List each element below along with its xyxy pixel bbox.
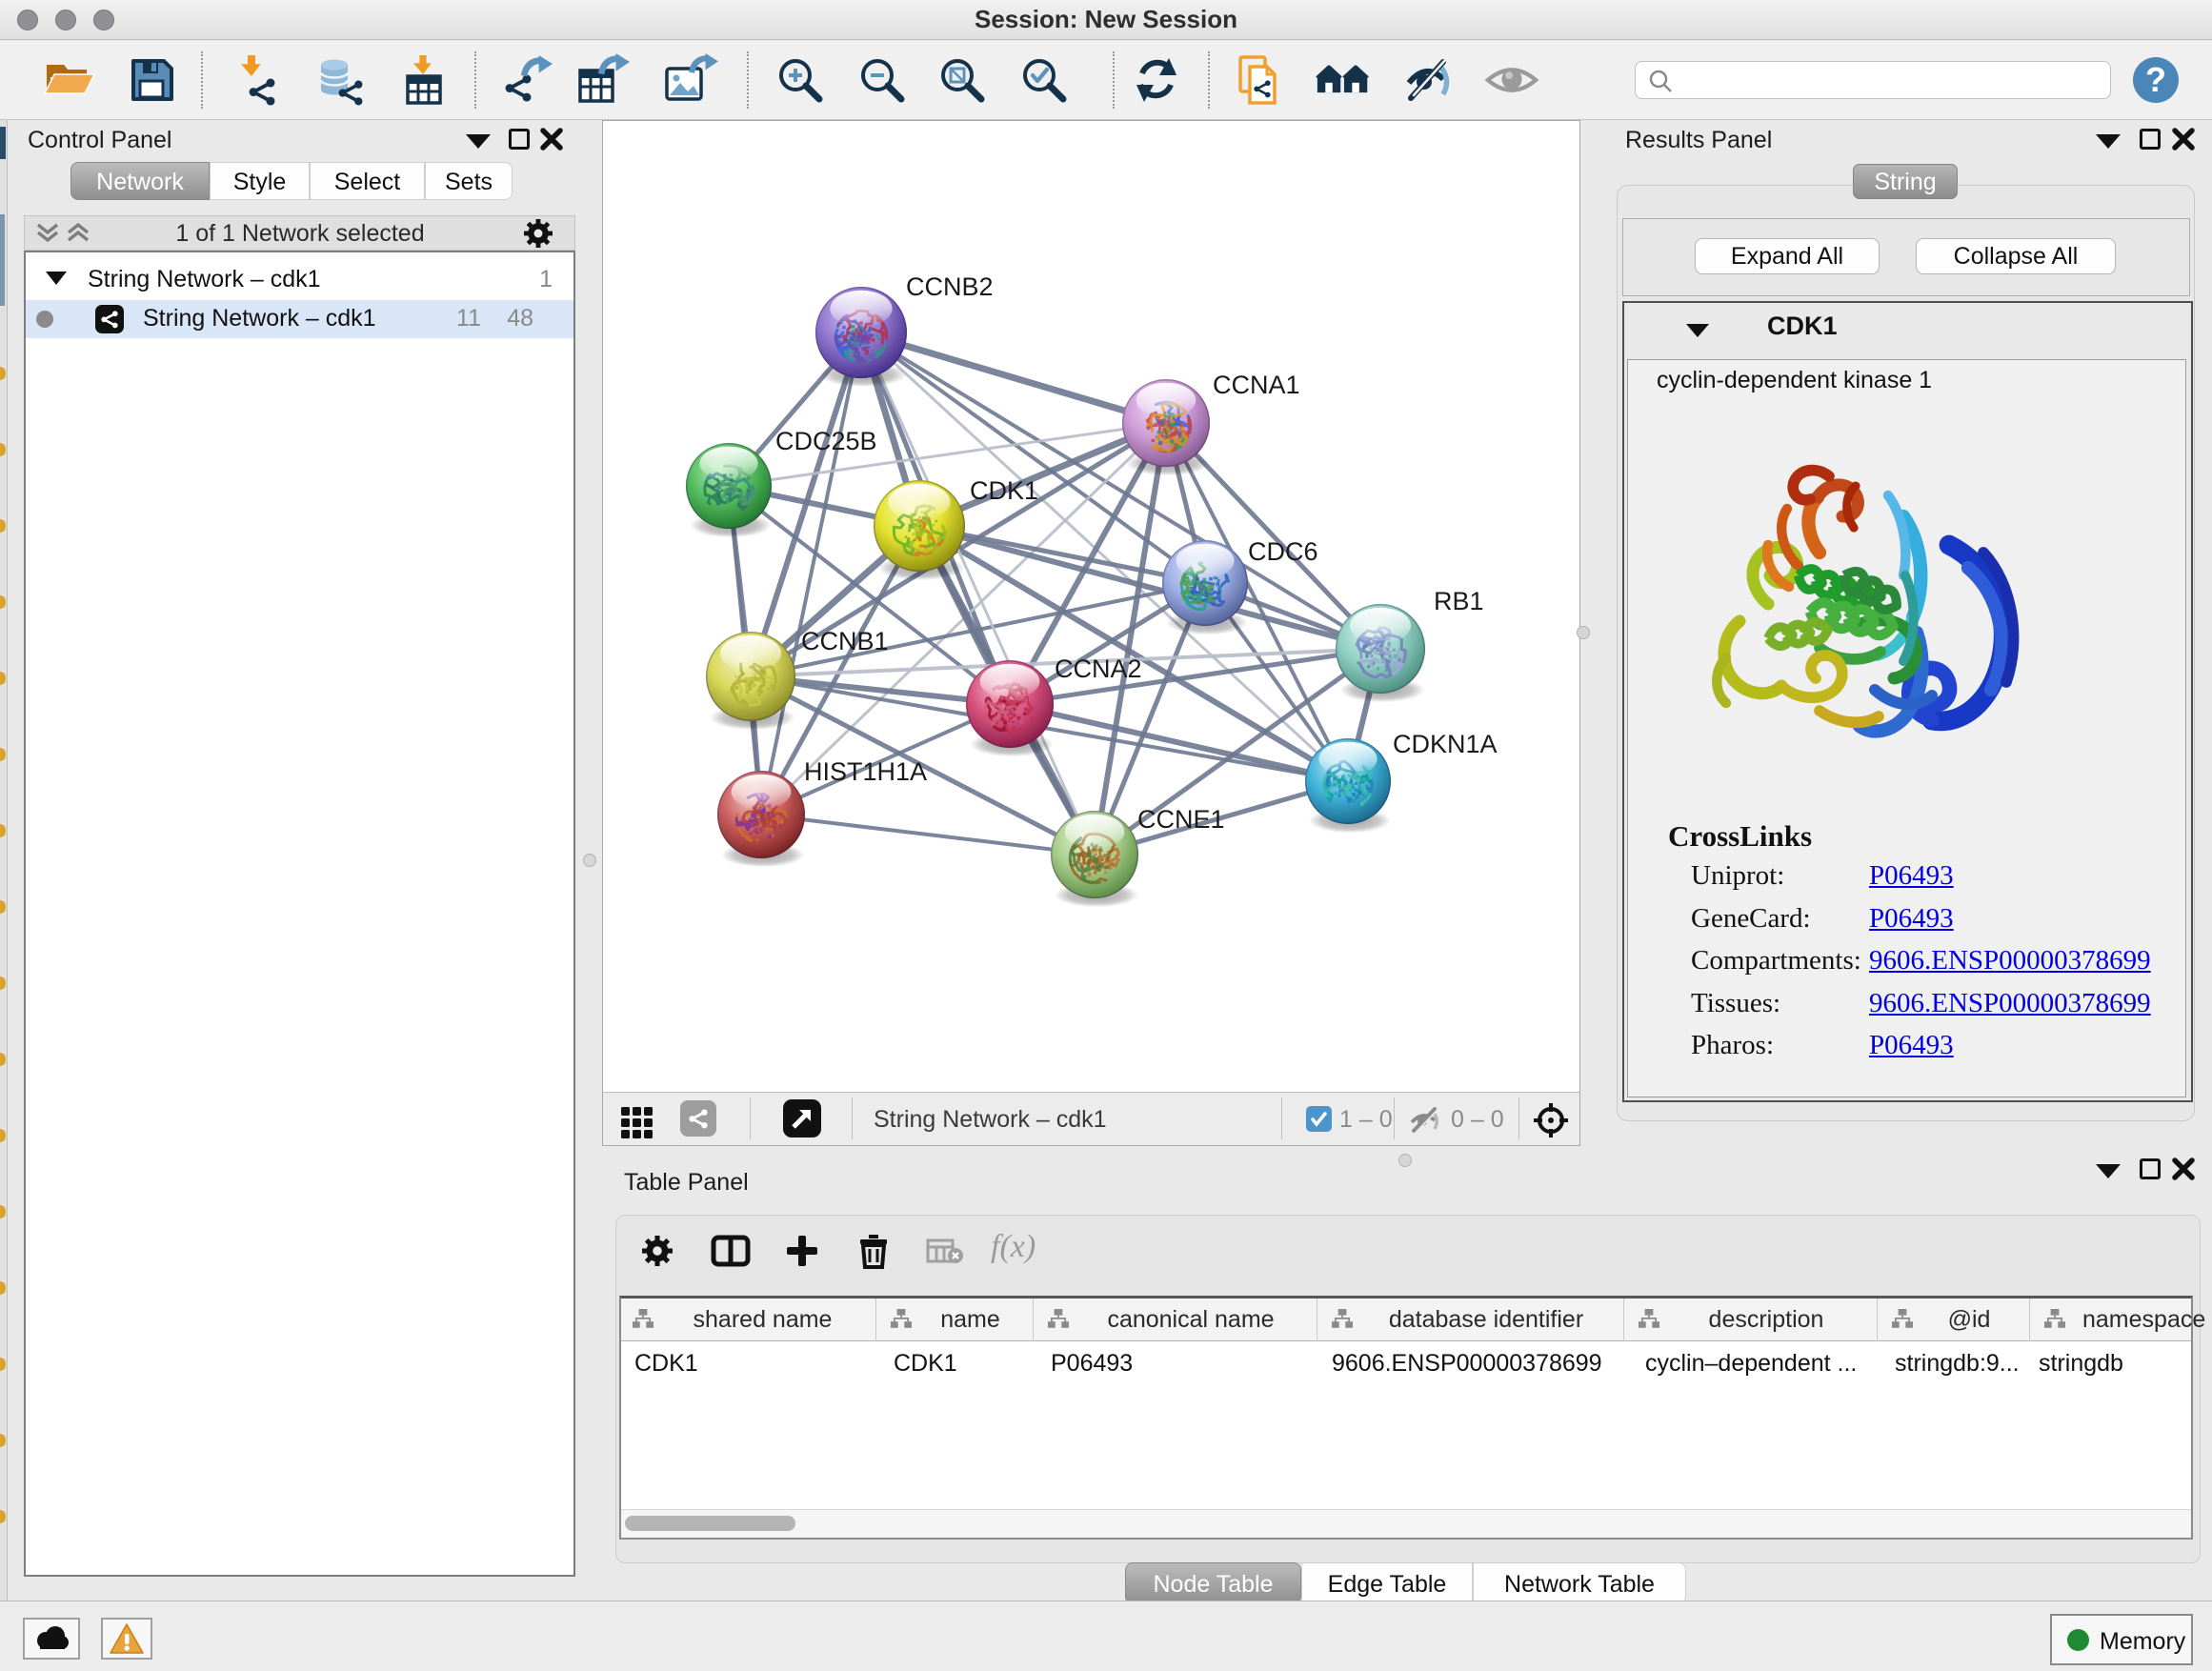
svg-text:CCNB1: CCNB1 bbox=[801, 627, 889, 655]
svg-text:CCNE1: CCNE1 bbox=[1137, 805, 1225, 834]
svg-text:RB1: RB1 bbox=[1434, 587, 1484, 615]
svg-text:?: ? bbox=[2145, 60, 2166, 99]
svg-text:CDC6: CDC6 bbox=[1248, 537, 1318, 566]
svg-text:CDKN1A: CDKN1A bbox=[1393, 730, 1498, 758]
svg-text:CDC25B: CDC25B bbox=[775, 427, 877, 455]
svg-text:CCNA1: CCNA1 bbox=[1213, 371, 1300, 399]
svg-text:CCNA2: CCNA2 bbox=[1055, 654, 1142, 683]
svg-text:CDK1: CDK1 bbox=[970, 476, 1038, 505]
svg-text:HIST1H1A: HIST1H1A bbox=[804, 757, 927, 786]
svg-text:CCNB2: CCNB2 bbox=[906, 272, 994, 301]
